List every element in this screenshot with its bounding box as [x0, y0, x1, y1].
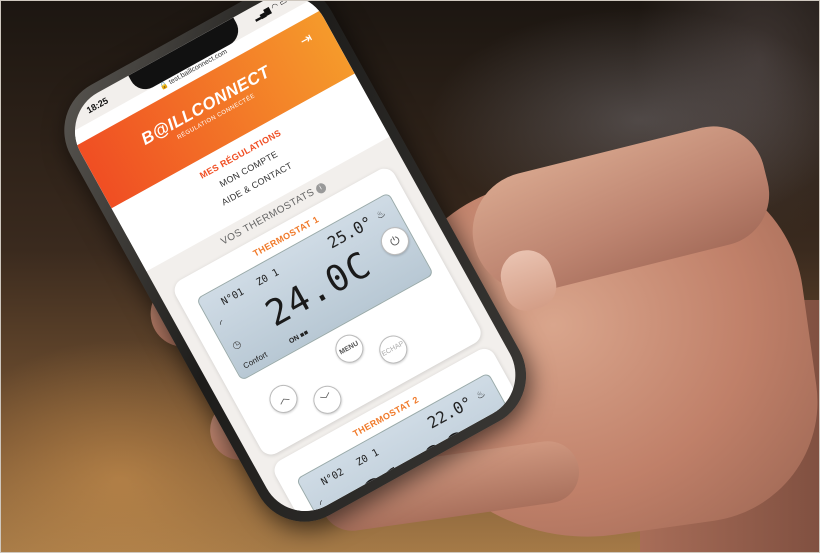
wifi-icon: ◜	[217, 318, 226, 329]
thermostat-number: N°02	[319, 466, 346, 489]
thermostat-zone: Z0 1	[354, 447, 381, 469]
increase-button[interactable]: ︿	[264, 379, 303, 418]
decrease-button[interactable]: ﹀	[308, 380, 347, 419]
setpoint-temperature: 22.0°	[424, 392, 476, 433]
menu-button[interactable]: MENU	[330, 329, 369, 368]
thermostat-zone: Z0 1	[254, 267, 282, 289]
escape-button[interactable]: ECHAP	[374, 330, 413, 369]
setpoint-temperature: 25.0°	[324, 212, 376, 253]
on-indicator: ON ■■	[288, 329, 310, 346]
photo-background: 18:25 ▂▄▆ ◠ ▭ 🔒 test.baillconnect.com B@…	[0, 0, 820, 553]
clock-icon: ◷	[230, 338, 244, 353]
wifi-icon: ◜	[317, 498, 326, 509]
status-time: 18:25	[84, 95, 110, 116]
logout-icon[interactable]: ⇥	[295, 28, 317, 50]
thermostat-number: N°01	[219, 286, 247, 308]
mode-label: Confort	[241, 349, 269, 371]
flame-icon: ♨	[474, 388, 488, 403]
current-temperature: 24.0C	[259, 244, 379, 336]
info-icon[interactable]: i	[314, 181, 329, 196]
flame-icon: ♨	[374, 208, 388, 223]
